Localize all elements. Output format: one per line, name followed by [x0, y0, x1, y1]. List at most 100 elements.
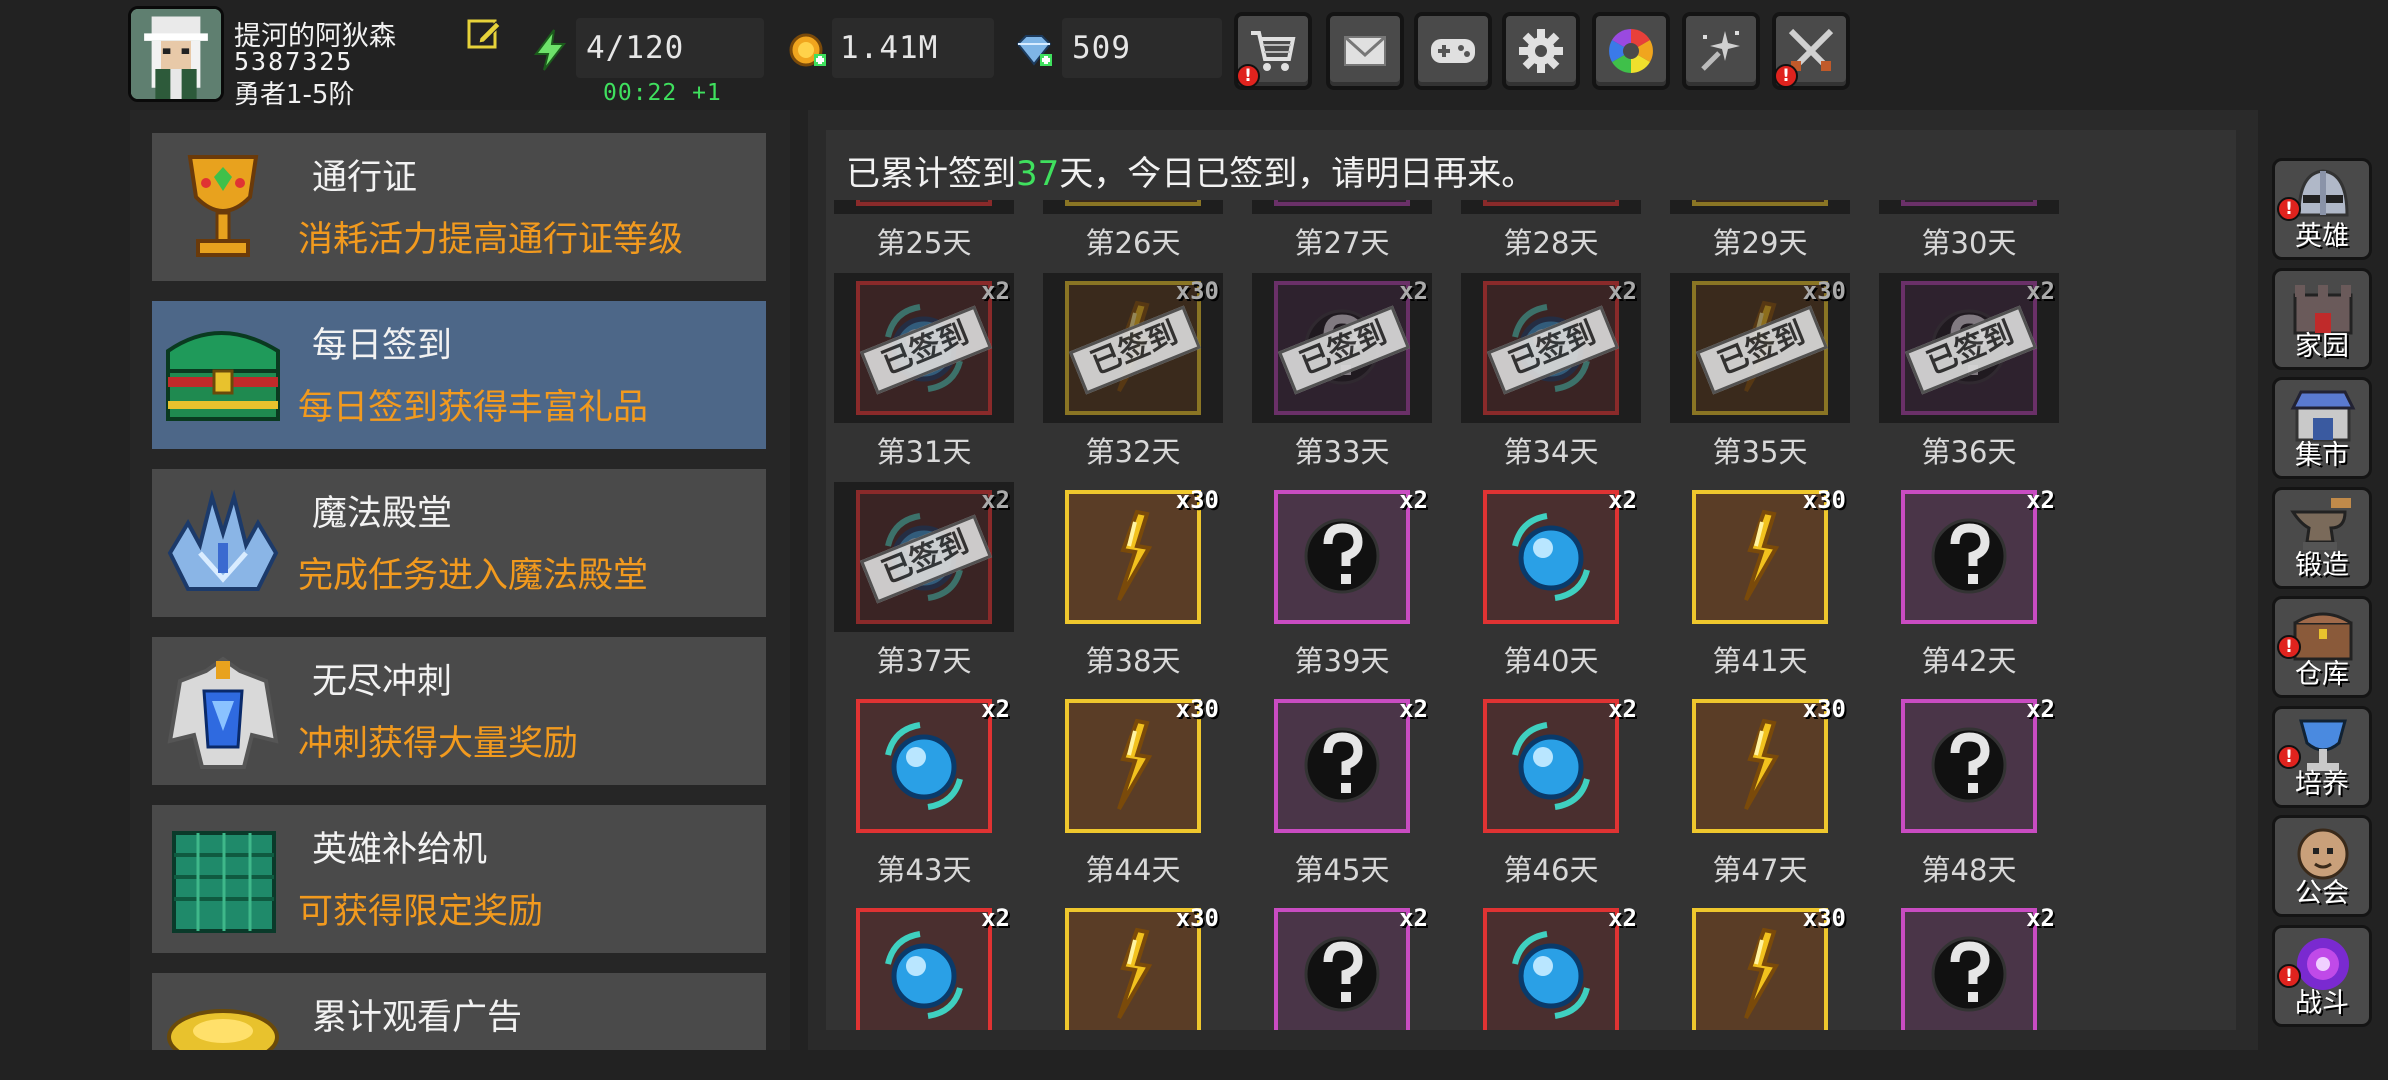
shop-button[interactable]: !: [1234, 12, 1312, 90]
signin-day-cell[interactable]: x2 已签到 第34天: [1461, 273, 1641, 473]
signin-day-cell[interactable]: x2 第48天: [1879, 691, 2059, 891]
day-label: 第48天: [1921, 853, 2017, 887]
reward-frame: [1901, 200, 2037, 206]
signin-day-cell[interactable]: x2 第43天: [834, 691, 1014, 891]
reward-quantity: x2: [981, 486, 1010, 514]
mystery-box-icon: [1304, 727, 1380, 803]
side-nav-button[interactable]: 锻造: [2272, 487, 2372, 589]
mystery-box-icon: [1931, 518, 2007, 594]
day-label: 第38天: [1085, 644, 1181, 678]
msg-suffix: 天，今日已签到，请明日再来。: [1059, 154, 1536, 194]
settings-button[interactable]: [1502, 12, 1580, 90]
signin-day-cell[interactable]: x2第51天: [1252, 900, 1432, 1030]
reward-quantity: x2: [1608, 695, 1637, 723]
signin-day-cell[interactable]: x30 第41天: [1670, 482, 1850, 682]
signin-day-cell[interactable]: x2 第42天: [1879, 482, 2059, 682]
signin-total-days: 37: [1016, 154, 1060, 194]
mail-button[interactable]: [1326, 12, 1404, 90]
signin-day-cell[interactable]: x2 已签到 第31天: [834, 273, 1014, 473]
signin-day-cell[interactable]: x30第50天: [1043, 900, 1223, 1030]
reward-quantity: x2: [1608, 904, 1637, 932]
signin-day-cell[interactable]: x2第52天: [1461, 900, 1641, 1030]
mail-icon: [1343, 35, 1387, 66]
signin-day-cell[interactable]: x2已签到第28天: [1461, 200, 1641, 264]
edit-name-icon[interactable]: [466, 16, 502, 52]
signin-day-cell[interactable]: x30已签到第26天: [1043, 200, 1223, 264]
effects-button[interactable]: [1682, 12, 1760, 90]
signin-reward-grid[interactable]: x2已签到第25天 x30已签到第26天 x2已签到第27天 x2已签到第28天 x30…: [826, 200, 2236, 1030]
side-nav-label: 家园: [2295, 331, 2349, 362]
signin-day-cell[interactable]: x30 第38天: [1043, 482, 1223, 682]
menu-item-ad-watch[interactable]: 累计观看广告: [152, 973, 766, 1050]
signin-day-cell[interactable]: x2 已签到 第36天: [1879, 273, 2059, 473]
signin-day-cell[interactable]: x2 已签到 第37天: [834, 482, 1014, 682]
signin-day-cell[interactable]: x2 第45天: [1252, 691, 1432, 891]
side-nav-button[interactable]: 家园: [2272, 268, 2372, 370]
side-nav-button[interactable]: 集市: [2272, 377, 2372, 479]
signin-day-cell[interactable]: x2 第39天: [1252, 482, 1432, 682]
signin-day-cell[interactable]: x2已签到第25天: [834, 200, 1014, 264]
mystery-box-icon: [1304, 936, 1380, 1012]
battle-button[interactable]: !: [1772, 12, 1850, 90]
signin-day-cell[interactable]: x30 已签到 第35天: [1670, 273, 1850, 473]
player-rank: 勇者1-5阶: [234, 80, 355, 110]
blue-orb-icon: [885, 722, 963, 810]
supply-crate-icon: [172, 831, 276, 933]
signin-day-cell[interactable]: x2已签到第30天: [1879, 200, 2059, 264]
color-button[interactable]: [1592, 12, 1670, 90]
player-avatar[interactable]: [128, 6, 224, 102]
reward-frame: [1274, 200, 1410, 206]
side-nav-label: 英雄: [2295, 221, 2349, 252]
side-nav-label: 战斗: [2295, 988, 2349, 1019]
menu-item-hero-supply[interactable]: 英雄补给机 可获得限定奖励: [152, 805, 766, 953]
signin-day-cell[interactable]: x30已签到第29天: [1670, 200, 1850, 264]
side-nav-button[interactable]: ! 英雄: [2272, 158, 2372, 260]
energy-icon: [534, 29, 567, 71]
reward-quantity: x2: [2026, 695, 2055, 723]
gamepad-icon: [1431, 39, 1475, 63]
menu-title: 英雄补给机: [312, 830, 488, 870]
day-label: 第44天: [1085, 853, 1181, 887]
side-nav-button[interactable]: ! 仓库: [2272, 596, 2372, 698]
side-nav-label: 公会: [2295, 878, 2349, 909]
player-id: 5387325: [234, 47, 354, 76]
signin-day-cell[interactable]: x30 已签到 第32天: [1043, 273, 1223, 473]
gold-shard-icon: [1744, 927, 1780, 1019]
signin-status-message: 已累计签到37天，今日已签到，请明日再来。: [846, 146, 1535, 195]
gamepad-button[interactable]: [1414, 12, 1492, 90]
side-nav-button[interactable]: 公会: [2272, 815, 2372, 917]
signin-day-cell[interactable]: x30 第47天: [1670, 691, 1850, 891]
reward-quantity: x2: [1608, 277, 1637, 305]
menu-item-daily-signin[interactable]: 每日签到 每日签到获得丰富礼品: [152, 301, 766, 449]
gold-shard-icon: [1744, 718, 1780, 810]
reward-quantity: x2: [2026, 904, 2055, 932]
day-label: 第30天: [1921, 226, 2017, 260]
day-label: 第34天: [1503, 435, 1599, 469]
battle-alert-badge: !: [1774, 64, 1798, 88]
menu-desc: 消耗活力提高通行证等级: [298, 220, 684, 260]
day-label: 第47天: [1712, 853, 1808, 887]
reward-frame: [1065, 200, 1201, 206]
signin-day-cell[interactable]: x2 已签到 第33天: [1252, 273, 1432, 473]
signin-day-cell[interactable]: x2第54天: [1879, 900, 2059, 1030]
menu-item-magic-hall[interactable]: 魔法殿堂 完成任务进入魔法殿堂: [152, 469, 766, 617]
menu-item-pass[interactable]: 通行证 消耗活力提高通行证等级: [152, 133, 766, 281]
side-nav-button[interactable]: ! 培养: [2272, 706, 2372, 808]
reward-quantity: x30: [1175, 486, 1219, 514]
signin-header: 已累计签到37天，今日已签到，请明日再来。: [826, 130, 2236, 200]
menu-item-endless-sprint[interactable]: 无尽冲刺 冲刺获得大量奖励: [152, 637, 766, 785]
reward-quantity: x30: [1802, 486, 1846, 514]
day-label: 第40天: [1503, 644, 1599, 678]
mystery-box-icon: [1304, 518, 1380, 594]
signin-day-cell[interactable]: x2 第46天: [1461, 691, 1641, 891]
day-label: 第29天: [1712, 226, 1808, 260]
signin-day-cell[interactable]: x2已签到第27天: [1252, 200, 1432, 264]
reward-quantity: x2: [1399, 277, 1428, 305]
signin-day-cell[interactable]: x30 第44天: [1043, 691, 1223, 891]
side-nav-button[interactable]: ! 战斗: [2272, 925, 2372, 1027]
daily-signin-panel: 已累计签到37天，今日已签到，请明日再来。 x2已签到第25天 x30已签到第26…: [808, 110, 2258, 1050]
signin-day-cell[interactable]: x30第53天: [1670, 900, 1850, 1030]
signin-day-cell[interactable]: x2第49天: [834, 900, 1014, 1030]
signin-day-cell[interactable]: x2 第40天: [1461, 482, 1641, 682]
signin-content: 已累计签到37天，今日已签到，请明日再来。 x2已签到第25天 x30已签到第26…: [826, 130, 2236, 1030]
